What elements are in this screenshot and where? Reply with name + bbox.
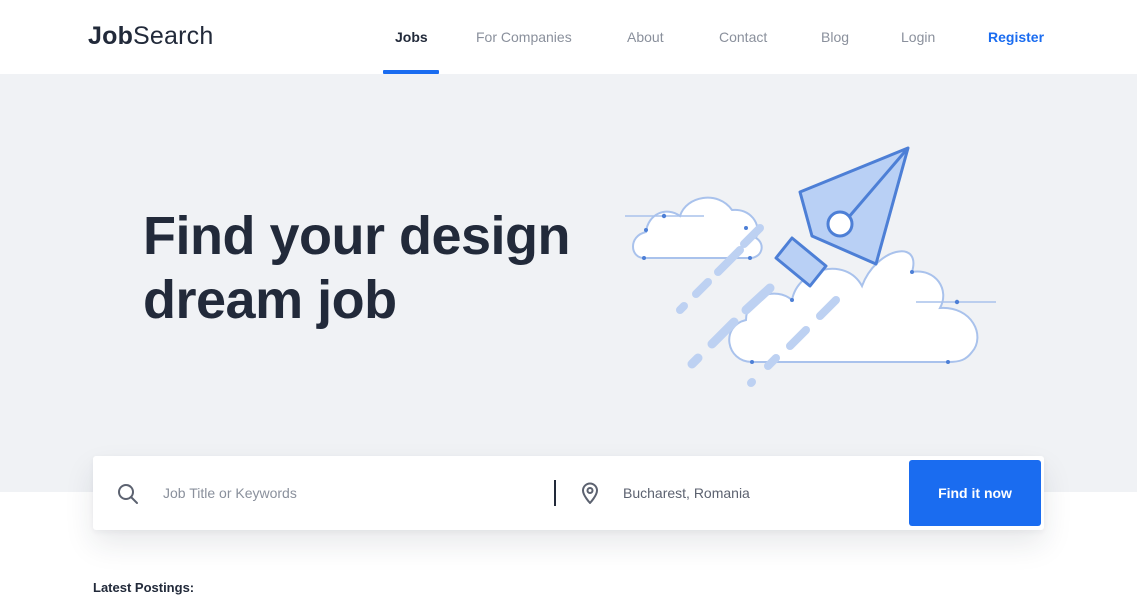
find-it-now-button[interactable]: Find it now xyxy=(909,460,1041,526)
top-navbar: JobSearch Jobs For Companies About Conta… xyxy=(0,0,1137,74)
nav-item-login[interactable]: Login xyxy=(901,29,935,45)
nav-item-register[interactable]: Register xyxy=(988,29,1044,45)
nav-item-contact[interactable]: Contact xyxy=(719,29,767,45)
hero-title: Find your design dream job xyxy=(143,204,571,332)
nav-item-for-companies[interactable]: For Companies xyxy=(476,29,572,45)
hero-title-line-1: Find your design xyxy=(143,206,571,266)
search-icon xyxy=(118,484,138,504)
latest-postings-heading: Latest Postings: xyxy=(93,580,195,595)
search-field-divider xyxy=(554,480,556,506)
job-search-bar: Find it now xyxy=(93,456,1044,530)
pen-tool-clouds-illustration xyxy=(625,146,996,387)
large-cloud xyxy=(728,250,979,363)
location-input[interactable] xyxy=(623,478,893,508)
nav-item-about[interactable]: About xyxy=(627,29,664,45)
location-pin-icon xyxy=(582,482,598,504)
main-nav: Jobs For Companies About Contact Blog Lo… xyxy=(0,0,1137,74)
keyword-search-input[interactable] xyxy=(163,478,543,508)
nav-item-blog[interactable]: Blog xyxy=(821,29,849,45)
hero-title-line-2: dream job xyxy=(143,270,397,330)
nav-item-jobs[interactable]: Jobs xyxy=(395,29,428,45)
